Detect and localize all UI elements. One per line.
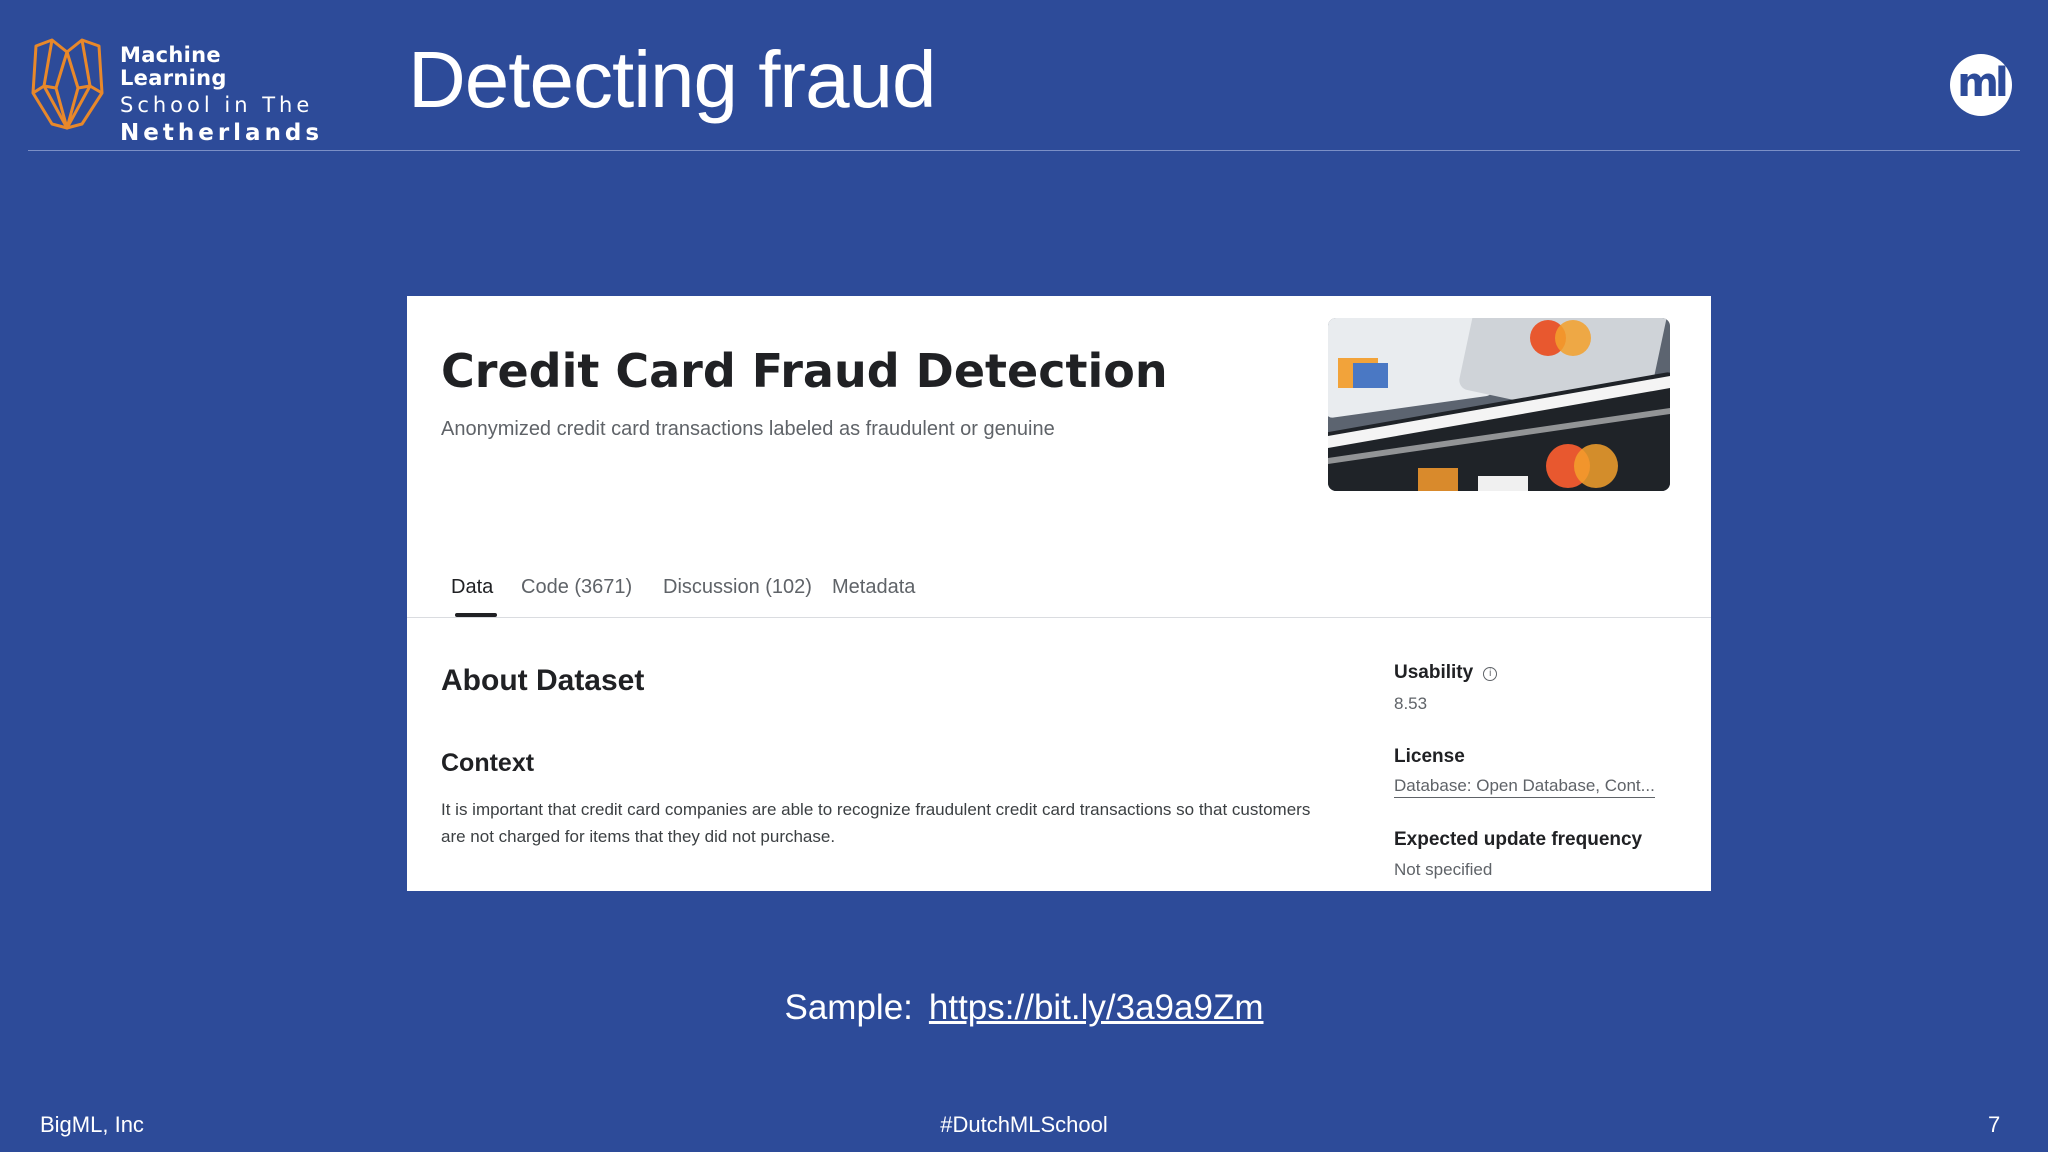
credit-cards-image xyxy=(1328,318,1670,491)
bigml-logo: ml xyxy=(1950,54,2012,116)
header-divider xyxy=(28,150,2020,151)
update-frequency-label: Expected update frequency xyxy=(1394,829,1643,850)
context-text: It is important that credit card compani… xyxy=(441,800,1311,846)
usability-label: Usability i xyxy=(1394,662,1498,684)
logo-line-3: Netherlands xyxy=(120,120,324,147)
tab-data[interactable]: Data xyxy=(451,576,493,599)
tabs-divider xyxy=(407,617,1711,618)
dataset-title: Credit Card Fraud Detection xyxy=(441,344,1168,398)
license-label: License xyxy=(1394,746,1465,767)
sample-label: Sample: xyxy=(784,988,913,1027)
tab-code[interactable]: Code (3671) xyxy=(521,576,632,599)
about-dataset-heading: About Dataset xyxy=(441,664,645,697)
tab-metadata[interactable]: Metadata xyxy=(832,576,915,599)
dataset-subtitle: Anonymized credit card transactions labe… xyxy=(441,418,1055,440)
logo-line-1: Machine Learning xyxy=(120,43,227,91)
page-number: 7 xyxy=(1988,1112,2001,1137)
license-value: Database: Open Database, Cont... xyxy=(1394,776,1655,798)
usability-value: 8.53 xyxy=(1394,694,1428,713)
update-frequency-value: Not specified xyxy=(1394,860,1493,879)
info-icon[interactable]: i xyxy=(1483,667,1498,681)
tab-discussion[interactable]: Discussion (102) xyxy=(663,576,812,599)
logo-line-2: School in The xyxy=(120,93,314,118)
bigml-logo-text: ml xyxy=(1957,60,2008,106)
license-link[interactable]: Database: Open Database, Cont... xyxy=(1394,776,1655,798)
footer-hashtag: #DutchMLSchool xyxy=(940,1112,1108,1137)
sample-line: Sample: https://bit.ly/3a9a9Zm xyxy=(0,988,2048,1028)
usability-label-text: Usability xyxy=(1394,662,1474,683)
context-heading: Context xyxy=(441,749,535,777)
school-logo: Machine Learning School in The Netherlan… xyxy=(30,38,320,146)
sample-link[interactable]: https://bit.ly/3a9a9Zm xyxy=(929,988,1264,1027)
slide-title: Detecting fraud xyxy=(408,35,937,124)
school-logo-icon xyxy=(31,38,104,130)
dataset-page-screenshot: Credit Card Fraud Detection Anonymized c… xyxy=(407,296,1711,891)
